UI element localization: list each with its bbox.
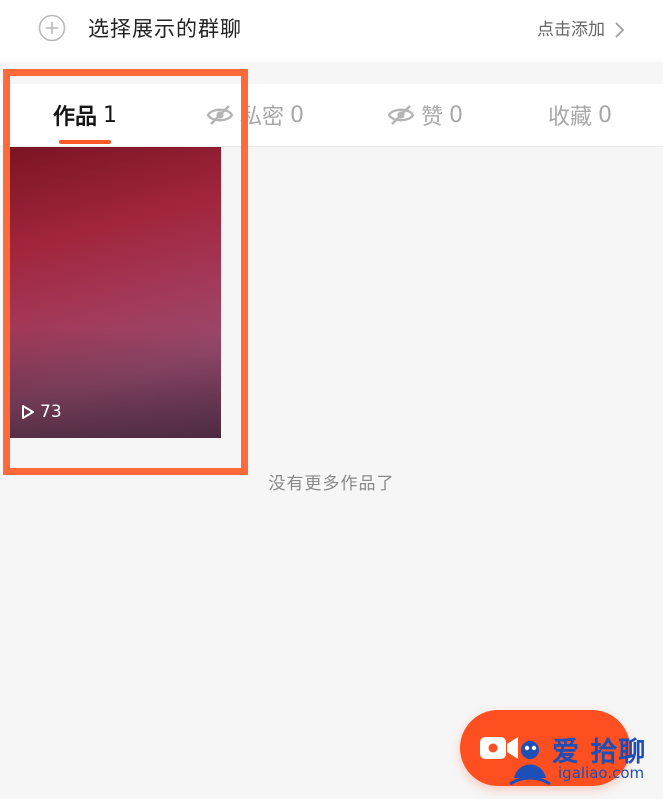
group-chat-title: 选择展示的群聊 [88, 17, 242, 41]
active-tab-indicator [59, 140, 111, 144]
camera-icon [480, 737, 518, 759]
tab-private-label: 私密 [239, 105, 284, 130]
add-group-label: 点击添加 [537, 20, 605, 40]
plus-circle-icon [38, 14, 66, 42]
no-more-works-hint: 没有更多作品了 [268, 474, 395, 494]
tab-likes-count: 0 [449, 102, 463, 128]
tab-likes-label: 赞 [420, 105, 443, 130]
tab-works[interactable]: 作品 1 [20, 84, 150, 146]
tab-private[interactable]: 私密 0 [180, 84, 330, 146]
section-divider [0, 62, 663, 84]
tab-works-count: 1 [103, 102, 117, 128]
tab-likes[interactable]: 赞 0 [360, 84, 490, 146]
video-thumbnail[interactable]: 73 [9, 147, 221, 438]
record-video-button[interactable] [460, 710, 630, 786]
play-count-value: 73 [40, 402, 62, 422]
tab-favorites-label: 收藏 [547, 105, 592, 130]
eye-off-icon [206, 105, 234, 125]
add-group-button[interactable]: 点击添加 [537, 16, 625, 44]
group-chat-selector[interactable]: 选择展示的群聊 点击添加 [0, 0, 663, 62]
profile-tabs: 作品 1 私密 0 赞 0 收藏 0 [0, 84, 663, 147]
tab-private-count: 0 [290, 102, 304, 128]
tab-works-label: 作品 [52, 105, 97, 130]
play-icon [22, 405, 34, 419]
chevron-right-icon [615, 22, 625, 38]
tab-favorites-count: 0 [598, 102, 612, 128]
play-count: 73 [21, 402, 62, 422]
works-grid: 73 没有更多作品了 [0, 147, 663, 799]
tab-favorites[interactable]: 收藏 0 [520, 84, 640, 146]
eye-off-icon [387, 105, 415, 125]
